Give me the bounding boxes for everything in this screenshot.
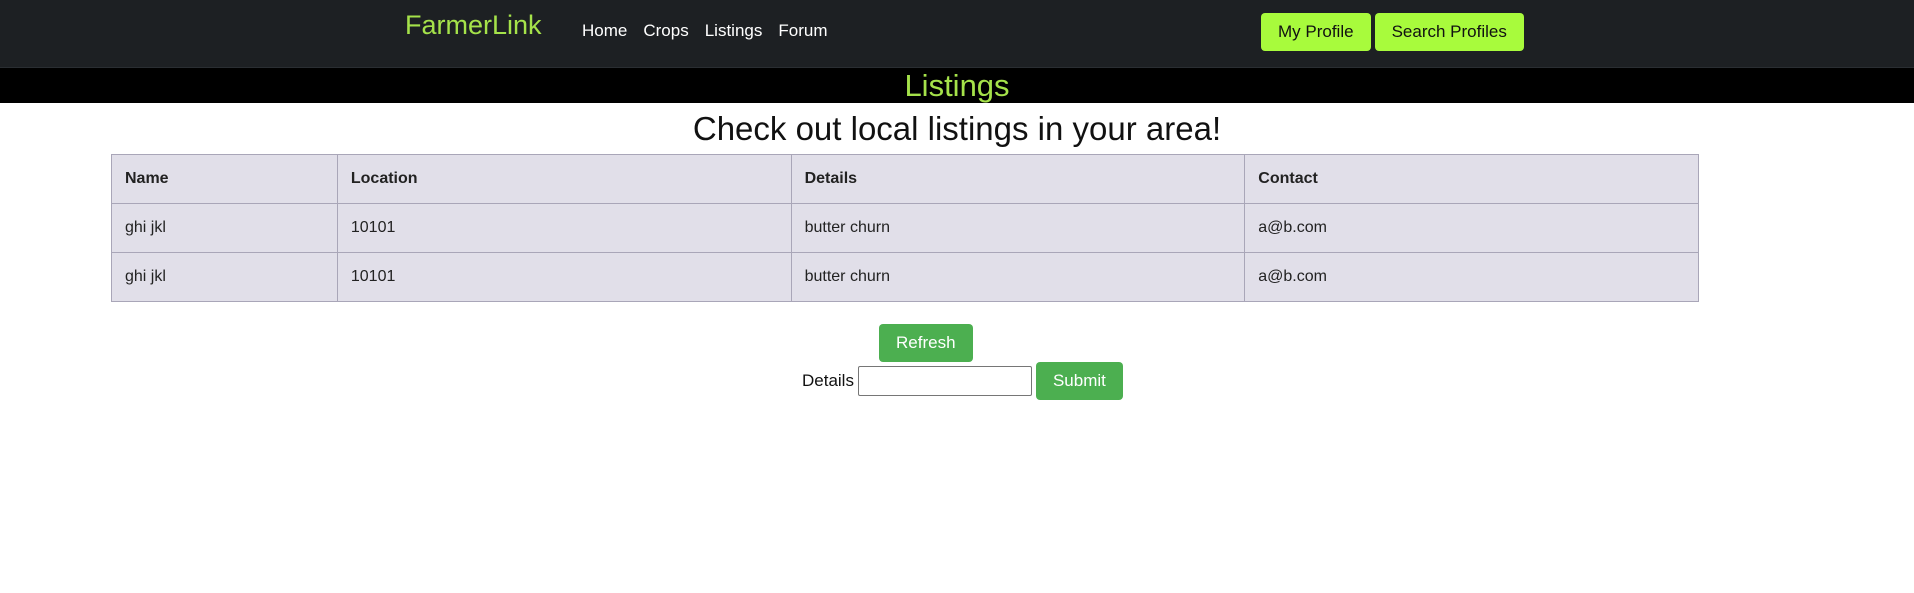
table-row: ghi jkl 10101 butter churn a@b.com	[111, 252, 1699, 302]
brand-logo-text[interactable]: FarmerLink	[405, 10, 542, 41]
cell-name: ghi jkl	[111, 203, 338, 253]
navbar-actions: My Profile Search Profiles	[1261, 13, 1524, 51]
table-row: ghi jkl 10101 butter churn a@b.com	[111, 203, 1699, 253]
refresh-button[interactable]: Refresh	[879, 324, 973, 362]
details-label: Details	[802, 371, 854, 390]
column-header-details: Details	[790, 154, 1246, 204]
search-profiles-button[interactable]: Search Profiles	[1374, 13, 1524, 51]
refresh-wrapper: Refresh	[879, 324, 973, 362]
table-header-row: Name Location Details Contact	[111, 154, 1699, 204]
my-profile-button[interactable]: My Profile	[1261, 13, 1371, 51]
nav-link-forum[interactable]: Forum	[778, 21, 827, 41]
page-title: Listings	[904, 68, 1010, 103]
nav-link-listings[interactable]: Listings	[705, 21, 763, 41]
top-navbar: FarmerLink Home Crops Listings Forum My …	[0, 0, 1914, 68]
column-header-name: Name	[111, 154, 338, 204]
cell-contact: a@b.com	[1244, 203, 1699, 253]
submit-button[interactable]: Submit	[1035, 362, 1123, 400]
nav-link-home[interactable]: Home	[582, 21, 627, 41]
page-banner: Listings	[0, 68, 1914, 103]
column-header-contact: Contact	[1244, 154, 1699, 204]
cell-details: butter churn	[790, 203, 1246, 253]
nav-link-crops[interactable]: Crops	[643, 21, 688, 41]
cell-details: butter churn	[790, 252, 1246, 302]
cell-location: 10101	[336, 203, 792, 253]
column-header-location: Location	[336, 154, 792, 204]
cell-location: 10101	[336, 252, 792, 302]
listings-table: Name Location Details Contact ghi jkl 10…	[111, 154, 1699, 302]
cell-contact: a@b.com	[1244, 252, 1699, 302]
cell-name: ghi jkl	[111, 252, 338, 302]
details-input[interactable]	[857, 366, 1032, 396]
main-nav: Home Crops Listings Forum	[582, 21, 827, 41]
new-listing-form: Details Submit	[802, 362, 1123, 400]
listings-heading: Check out local listings in your area!	[692, 110, 1222, 147]
